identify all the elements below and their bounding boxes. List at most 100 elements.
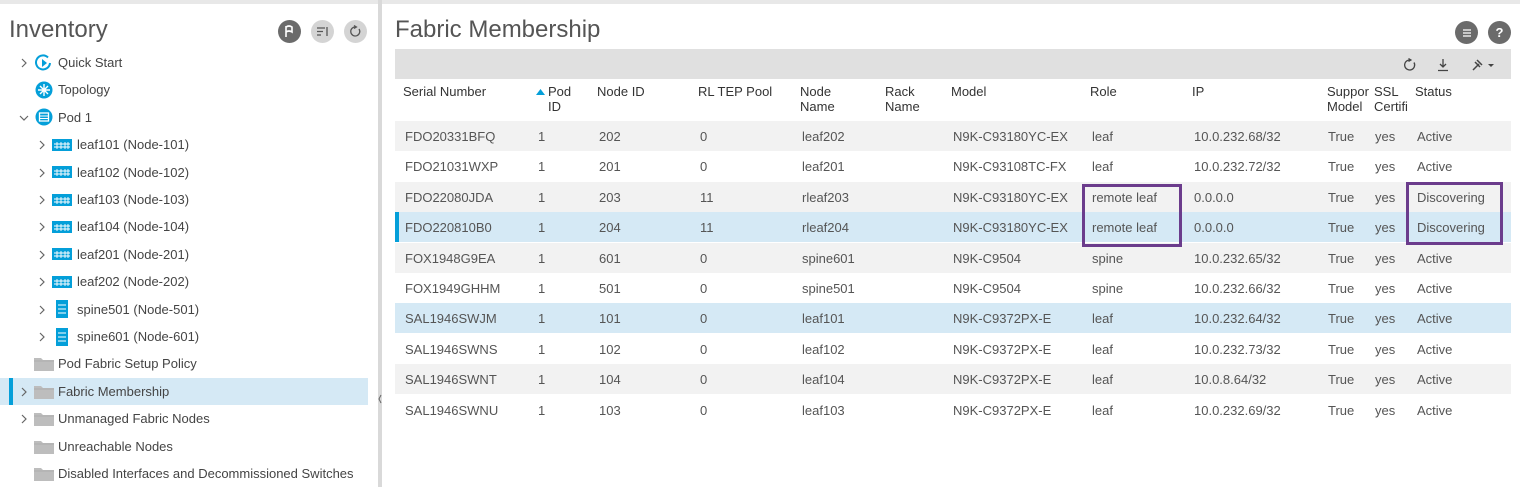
cell-model: N9K-C93180YC-EX <box>953 189 1068 205</box>
filter-button[interactable] <box>311 20 334 43</box>
tree-item-leaf104-node-104[interactable]: leaf104 (Node-104) <box>0 213 368 240</box>
column-header-node-id[interactable]: Node ID <box>597 84 692 99</box>
cell-ssl-certificate: yes <box>1375 189 1396 205</box>
cell-node-name: leaf202 <box>802 129 845 144</box>
cell-serial-number: FOX1949GHHM <box>405 281 501 296</box>
chevron-right-icon[interactable] <box>37 168 47 178</box>
tree-item-leaf101-node-101[interactable]: leaf101 (Node-101) <box>0 131 368 158</box>
column-header-model[interactable]: Model <box>951 84 1086 99</box>
cell-ssl-certificate: yes <box>1375 159 1396 175</box>
tree-item-spine501-node-501[interactable]: spine501 (Node-501) <box>0 296 368 323</box>
tree-item-pod-1[interactable]: Pod 1 <box>0 104 368 131</box>
table-row[interactable]: SAL1946SWJM 1 101 0 leaf101 N9K-C9372PX-E leaf… <box>395 303 1511 334</box>
cell-node-id: 202 <box>599 129 621 144</box>
cell-model: N9K-C9372PX-E <box>953 311 1052 327</box>
chevron-right-icon[interactable] <box>37 305 47 315</box>
cell-node-id: 601 <box>599 250 621 266</box>
cell-serial-number: FDO220810B0 <box>405 220 492 236</box>
quick-start-icon <box>34 53 54 72</box>
column-header-status[interactable]: Status <box>1415 84 1505 99</box>
cell-node-id: 102 <box>599 341 621 357</box>
cell-model: N9K-C93180YC-EX <box>953 129 1068 144</box>
tree-item-label: spine501 (Node-501) <box>77 301 200 317</box>
download-button[interactable] <box>1435 57 1451 73</box>
tree-item-leaf201-node-201[interactable]: leaf201 (Node-201) <box>0 241 368 268</box>
download-icon <box>1438 59 1448 72</box>
chevron-right-icon[interactable] <box>37 250 47 260</box>
cell-rl-tep-pool: 0 <box>700 250 708 266</box>
tree-item-disabled-interfaces-and-decommissioned-switches[interactable]: Disabled Interfaces and Decommissioned S… <box>0 460 368 487</box>
table-row[interactable]: FDO20331BFQ 1 202 0 leaf202 N9K-C93180YC-EX le… <box>395 121 1511 151</box>
tree-item-label: leaf104 (Node-104) <box>77 219 190 235</box>
column-header-ip[interactable]: IP <box>1192 84 1322 99</box>
cell-rl-tep-pool: 0 <box>700 129 708 144</box>
column-header-pod-id[interactable]: Pod ID <box>536 84 591 114</box>
cell-node-id: 103 <box>599 402 621 418</box>
column-header-node-name[interactable]: Node Name <box>800 84 882 114</box>
chevron-right-icon[interactable] <box>19 414 29 424</box>
column-header-role[interactable]: Role <box>1090 84 1190 99</box>
table-row[interactable]: FOX1948G9EA 1 601 0 spine601 N9K-C9504 spine 10… <box>395 242 1511 273</box>
cell-rl-tep-pool: 0 <box>700 159 708 175</box>
role-highlight-box <box>1082 183 1182 247</box>
collapse-arrow-icon[interactable] <box>378 394 382 404</box>
tree-item-spine601-node-601[interactable]: spine601 (Node-601) <box>0 323 368 350</box>
tools-dropdown-button[interactable] <box>1470 57 1498 73</box>
column-header-serial-number[interactable]: Serial Number <box>403 84 528 99</box>
help-icon: ? <box>1495 25 1504 40</box>
tree-item-leaf103-node-103[interactable]: leaf103 (Node-103) <box>0 186 368 213</box>
tree-item-pod-fabric-setup-policy[interactable]: Pod Fabric Setup Policy <box>0 350 368 377</box>
tree-item-leaf102-node-102[interactable]: leaf102 (Node-102) <box>0 159 368 186</box>
selection-bar <box>9 377 13 405</box>
column-header-rl-tep-pool[interactable]: RL TEP Pool <box>698 84 798 99</box>
tree-item-unmanaged-fabric-nodes[interactable]: Unmanaged Fabric Nodes <box>0 405 368 432</box>
chevron-right-icon[interactable] <box>19 58 29 68</box>
menu-button[interactable] <box>1455 21 1478 44</box>
cell-ssl-certificate: yes <box>1375 372 1396 388</box>
cell-serial-number: FDO21031WXP <box>405 159 499 175</box>
cell-node-id: 203 <box>599 189 621 205</box>
chevron-right-icon[interactable] <box>37 195 47 205</box>
quick-start-button[interactable] <box>278 20 301 43</box>
column-header-rack-name[interactable]: Rack Name <box>885 84 947 114</box>
panel-splitter[interactable] <box>378 0 382 487</box>
tree-item-topology[interactable]: Topology <box>0 76 368 103</box>
spine-switch-icon <box>52 300 72 319</box>
table-row[interactable]: SAL1946SWNS 1 102 0 leaf102 N9K-C9372PX-E leaf… <box>395 334 1511 364</box>
page-title: Fabric Membership <box>395 16 601 43</box>
cell-rl-tep-pool: 11 <box>700 220 714 236</box>
cell-serial-number: SAL1946SWNU <box>405 402 499 418</box>
table-row[interactable]: SAL1946SWNT 1 104 0 leaf104 N9K-C9372PX-E leaf… <box>395 364 1511 395</box>
table-row[interactable]: SAL1946SWNU 1 103 0 leaf103 N9K-C9372PX-E leaf… <box>395 395 1511 425</box>
table-row[interactable]: FOX1949GHHM 1 501 0 spine501 N9K-C9504 spine 10… <box>395 273 1511 303</box>
chevron-right-icon[interactable] <box>37 277 47 287</box>
tree-item-label: Pod 1 <box>58 109 92 125</box>
chevron-right-icon[interactable] <box>19 387 29 397</box>
cell-model: N9K-C9372PX-E <box>953 402 1052 418</box>
cell-ip: 10.0.232.65/32 <box>1194 250 1281 266</box>
cell-node-name: rleaf204 <box>802 220 849 236</box>
cell-pod-id: 1 <box>538 372 546 388</box>
column-header-supported-model[interactable]: Suppor Model <box>1327 84 1369 114</box>
chevron-right-icon[interactable] <box>37 222 47 232</box>
cell-pod-id: 1 <box>538 189 546 205</box>
column-header-ssl-certificate[interactable]: SSL Certifi <box>1374 84 1410 114</box>
folder-icon <box>34 464 54 483</box>
chevron-right-icon[interactable] <box>37 332 47 342</box>
refresh-table-button[interactable] <box>1402 57 1418 73</box>
cell-pod-id: 1 <box>538 220 546 236</box>
tree-item-quick-start[interactable]: Quick Start <box>0 49 368 76</box>
cell-pod-id: 1 <box>538 402 546 418</box>
chevron-down-icon[interactable] <box>19 113 29 123</box>
refresh-tree-button[interactable] <box>344 20 367 43</box>
tree-item-unreachable-nodes[interactable]: Unreachable Nodes <box>0 433 368 460</box>
tree-item-leaf202-node-202[interactable]: leaf202 (Node-202) <box>0 268 368 295</box>
table-row[interactable]: FDO21031WXP 1 201 0 leaf201 N9K-C93108TC-FX le… <box>395 151 1511 181</box>
table-row[interactable]: FDO220810B0 1 204 11 rleaf204 N9K-C93180YC-EX… <box>395 212 1511 243</box>
topology-icon <box>34 80 54 99</box>
tree-item-fabric-membership[interactable]: Fabric Membership <box>0 377 368 405</box>
chevron-right-icon[interactable] <box>37 140 47 150</box>
table-row[interactable]: FDO22080JDA 1 203 11 rleaf203 N9K-C93180YC-EX… <box>395 181 1511 212</box>
cell-role: spine <box>1092 281 1124 296</box>
help-button[interactable]: ? <box>1488 21 1511 44</box>
